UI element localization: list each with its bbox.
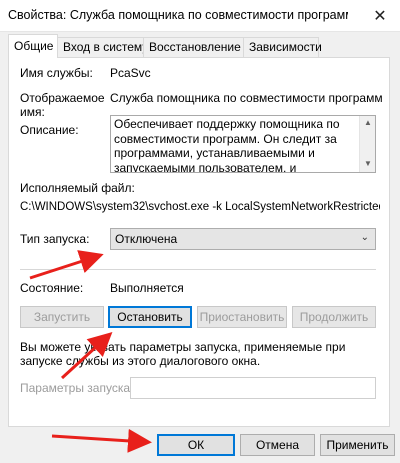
executable-label: Исполняемый файл: — [20, 181, 135, 195]
display-name-label: Отображаемое имя: — [20, 91, 105, 119]
window-title: Свойства: Служба помощника по совместимо… — [8, 8, 348, 22]
description-scrollbar[interactable]: ▲ ▼ — [359, 116, 375, 172]
start-params-input[interactable] — [130, 377, 376, 399]
resume-button[interactable]: Продолжить — [292, 306, 376, 328]
tab-general-label: Общие — [14, 39, 54, 53]
start-params-label: Параметры запуска: — [20, 381, 134, 395]
status-label: Состояние: — [20, 281, 84, 295]
stop-button[interactable]: Остановить — [108, 306, 192, 328]
tab-logon-label: Вход в систему — [63, 40, 149, 54]
description-label: Описание: — [20, 123, 79, 137]
tab-logon[interactable]: Вход в систему — [57, 37, 148, 57]
pause-button[interactable]: Приостановить — [197, 306, 287, 328]
description-text: Обеспечивает поддержку помощника по совм… — [114, 117, 340, 173]
tab-dependencies-label: Зависимости — [249, 40, 322, 54]
start-params-hint: Вы можете указать параметры запуска, при… — [20, 340, 346, 368]
tab-dependencies[interactable]: Зависимости — [243, 37, 322, 57]
status-value: Выполняется — [110, 281, 184, 295]
tab-recovery[interactable]: Восстановление — [143, 37, 244, 57]
arrow-to-ok-button — [51, 428, 152, 453]
tab-recovery-label: Восстановление — [149, 40, 241, 54]
executable-path: C:\WINDOWS\system32\svchost.exe -k Local… — [20, 201, 380, 213]
scroll-up-icon[interactable]: ▲ — [364, 118, 372, 127]
service-name-value: PcaSvc — [110, 66, 151, 80]
display-name-value: Служба помощника по совместимости програ… — [110, 91, 383, 105]
cancel-button[interactable]: Отмена — [240, 434, 315, 456]
service-name-label: Имя службы: — [20, 66, 93, 80]
close-button[interactable]: ✕ — [360, 0, 400, 31]
startup-type-label: Тип запуска: — [20, 232, 90, 246]
startup-type-value: Отключена — [115, 232, 178, 246]
separator — [20, 269, 376, 270]
start-button[interactable]: Запустить — [20, 306, 104, 328]
chevron-down-icon: ⌄ — [360, 232, 369, 243]
close-icon: ✕ — [373, 7, 387, 25]
title-bar: Свойства: Служба помощника по совместимо… — [0, 0, 400, 32]
ok-button[interactable]: ОК — [157, 434, 235, 456]
startup-type-select[interactable]: Отключена ⌄ — [110, 228, 376, 250]
apply-button[interactable]: Применить — [320, 434, 395, 456]
tab-general[interactable]: Общие — [8, 34, 58, 58]
description-box[interactable]: Обеспечивает поддержку помощника по совм… — [110, 115, 376, 173]
scroll-down-icon[interactable]: ▼ — [364, 159, 372, 168]
